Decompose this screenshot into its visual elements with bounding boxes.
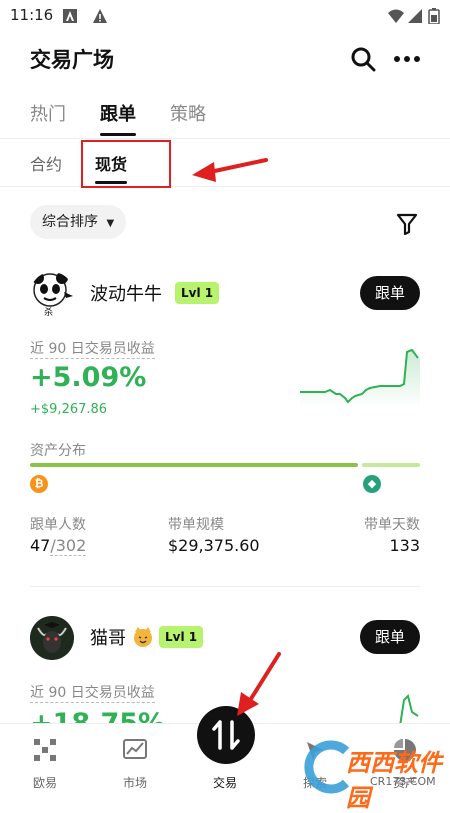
- tab-strategy-label: 策略: [170, 104, 206, 125]
- level-badge: Lvl 1: [175, 282, 220, 304]
- followers-value: 47/302: [30, 536, 87, 556]
- caret-down-icon: ▼: [106, 218, 115, 229]
- bull-avatar-icon: [30, 616, 74, 660]
- more-icon[interactable]: [392, 46, 422, 72]
- pnl-amount: +$9,267.86: [30, 402, 108, 417]
- card-divider: [30, 586, 420, 587]
- allocation-label: 资产分布: [30, 443, 86, 459]
- followers-current: 47: [30, 536, 51, 555]
- chart-icon: [123, 739, 147, 759]
- app-header: 交易广场: [0, 34, 450, 86]
- highlight-box: [81, 140, 171, 188]
- aum-value: $29,375.60: [168, 536, 260, 555]
- okx-logo-icon: [34, 739, 56, 761]
- followers-label: 跟单人数: [30, 517, 86, 533]
- level-badge: Lvl 1: [159, 626, 204, 648]
- annotation-arrow-down: [237, 652, 281, 716]
- tab-hot-label: 热门: [30, 104, 66, 125]
- nav-market[interactable]: 市场: [90, 724, 180, 800]
- nav-market-label: 市场: [122, 776, 147, 790]
- pnl-label[interactable]: 近 90 日交易员收益: [30, 682, 155, 703]
- cat-emoji-icon: [132, 626, 154, 648]
- allocation-bar-btc: [30, 463, 358, 467]
- trader-name[interactable]: 猫哥: [90, 624, 126, 650]
- trader-name[interactable]: 波动牛牛: [90, 280, 162, 306]
- tab-hot[interactable]: 热门: [30, 100, 66, 126]
- active-tab-underline: [100, 133, 136, 136]
- app-notification-icon: [63, 9, 77, 23]
- status-time: 11:16: [10, 6, 54, 24]
- nav-okx-label: 欧易: [32, 776, 57, 790]
- days-value: 133: [389, 536, 420, 555]
- sort-label: 综合排序: [42, 214, 98, 230]
- watermark: 西西软件园 CR173.COM: [300, 735, 450, 812]
- tab-copy-trading-label: 跟单: [100, 104, 136, 125]
- page-title: 交易广场: [30, 48, 114, 72]
- bitcoin-icon: ₿: [30, 475, 48, 493]
- search-icon[interactable]: [350, 46, 376, 72]
- battery-icon: [428, 8, 440, 24]
- main-tabs: 热门 跟单 策略: [0, 92, 450, 139]
- warning-icon: [93, 9, 107, 23]
- trader-card[interactable]: 杀 波动牛牛 Lvl 1 跟单 近 90 日交易员收益 +5.09% +$9,2…: [30, 272, 420, 592]
- wifi-icon: [388, 9, 404, 23]
- pnl-sparkline: [399, 694, 419, 726]
- followers-max: /302: [50, 536, 87, 556]
- follow-button[interactable]: 跟单: [360, 620, 420, 654]
- tab-strategy[interactable]: 策略: [170, 100, 206, 126]
- pnl-percent: +5.09%: [30, 362, 147, 393]
- allocation-bar-usdt: [362, 463, 420, 467]
- watermark-url: CR173.COM: [370, 775, 436, 788]
- subtab-futures[interactable]: 合约: [30, 151, 62, 175]
- pnl-sparkline: [300, 348, 420, 408]
- days-label: 带单天数: [364, 517, 420, 533]
- subtab-futures-label: 合约: [30, 155, 63, 174]
- annotation-arrow-right: [192, 158, 268, 182]
- nav-okx[interactable]: 欧易: [0, 724, 90, 800]
- nav-trade-label: 交易: [212, 776, 237, 790]
- pnl-label[interactable]: 近 90 日交易员收益: [30, 338, 155, 359]
- tether-icon: ◆: [363, 475, 381, 493]
- tab-copy-trading[interactable]: 跟单: [100, 100, 136, 136]
- filter-icon[interactable]: [396, 213, 418, 235]
- aum-label: 带单规模: [168, 517, 224, 533]
- sort-dropdown[interactable]: 综合排序 ▼: [30, 205, 127, 239]
- trader-avatar[interactable]: [30, 616, 74, 660]
- avatar-caption: 杀: [44, 308, 54, 318]
- signal-icon: [408, 9, 422, 23]
- status-bar: 11:16: [0, 0, 450, 34]
- follow-button[interactable]: 跟单: [360, 276, 420, 310]
